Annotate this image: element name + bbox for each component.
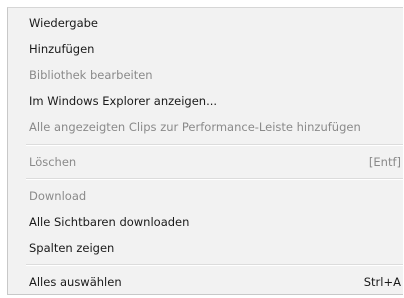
menu-item-label: Download: [29, 189, 87, 203]
menu-item-hinzufuegen[interactable]: Hinzufügen: [8, 38, 403, 60]
menu-item-label: Löschen: [29, 155, 77, 169]
menu-item-im-explorer-anzeigen[interactable]: Im Windows Explorer anzeigen...: [8, 90, 403, 112]
menu-item-label: Spalten zeigen: [29, 241, 115, 255]
menu-item-shortcut: Strl+A: [363, 275, 401, 289]
menu-item-shortcut: [Entf]: [368, 155, 401, 169]
menu-separator: [26, 144, 403, 146]
context-menu: Wiedergabe Hinzufügen Bibliothek bearbei…: [7, 7, 403, 295]
menu-item-alles-auswaehlen[interactable]: Alles auswählen Strl+A: [8, 271, 403, 293]
menu-item-wiedergabe[interactable]: Wiedergabe: [8, 12, 403, 34]
menu-item-label: Hinzufügen: [29, 42, 95, 56]
menu-item-label: Alle angezeigten Clips zur Performance-L…: [29, 120, 361, 134]
menu-item-spalten-zeigen[interactable]: Spalten zeigen: [8, 237, 403, 259]
menu-item-label: Bibliothek bearbeiten: [29, 68, 153, 82]
menu-item-download: Download: [8, 185, 403, 207]
menu-item-alle-sichtbaren-downloaden[interactable]: Alle Sichtbaren downloaden: [8, 211, 403, 233]
menu-item-label: Im Windows Explorer anzeigen...: [29, 94, 218, 108]
menu-separator: [26, 264, 403, 266]
menu-item-label: Alle Sichtbaren downloaden: [29, 215, 190, 229]
menu-separator: [26, 178, 403, 180]
menu-item-label: Wiedergabe: [29, 16, 99, 30]
menu-item-loeschen: Löschen [Entf]: [8, 151, 403, 173]
menu-item-bibliothek-bearbeiten: Bibliothek bearbeiten: [8, 64, 403, 86]
menu-item-clips-zur-performance-leiste: Alle angezeigten Clips zur Performance-L…: [8, 116, 403, 138]
menu-item-label: Alles auswählen: [29, 275, 122, 289]
